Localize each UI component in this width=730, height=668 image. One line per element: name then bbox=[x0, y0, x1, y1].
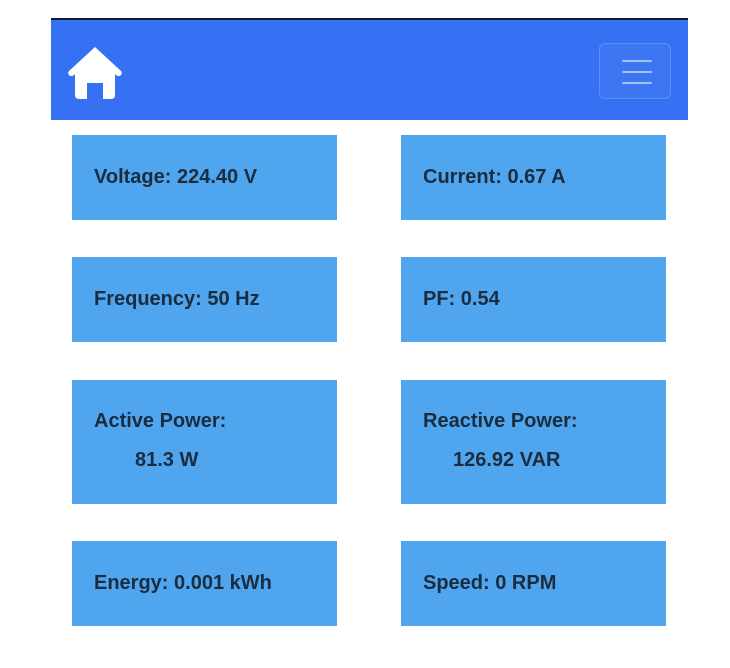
pf-reading: PF: 0.54 bbox=[423, 288, 500, 310]
home-icon[interactable] bbox=[65, 43, 125, 101]
voltage-card: Voltage: 224.40 V bbox=[72, 135, 337, 220]
active-power-value: 81.3 W bbox=[135, 449, 199, 471]
hamburger-bar bbox=[622, 71, 652, 73]
speed-card: Speed: 0 RPM bbox=[401, 541, 666, 626]
navbar bbox=[51, 18, 688, 120]
reactive-power-value: 126.92 VAR bbox=[453, 449, 561, 471]
pf-card: PF: 0.54 bbox=[401, 257, 666, 342]
reactive-power-label: Reactive Power: bbox=[423, 410, 578, 432]
voltage-reading: Voltage: 224.40 V bbox=[94, 166, 258, 188]
frequency-reading: Frequency: 50 Hz bbox=[94, 288, 260, 310]
speed-reading: Speed: 0 RPM bbox=[423, 572, 557, 594]
reactive-power-card: Reactive Power: 126.92 VAR bbox=[401, 380, 666, 504]
frequency-card: Frequency: 50 Hz bbox=[72, 257, 337, 342]
current-reading: Current: 0.67 A bbox=[423, 166, 566, 188]
energy-reading: Energy: 0.001 kWh bbox=[94, 572, 272, 594]
active-power-label: Active Power: bbox=[94, 410, 227, 432]
hamburger-bar bbox=[622, 82, 652, 84]
app-container: Voltage: 224.40 V Current: 0.67 A Freque… bbox=[51, 18, 688, 658]
hamburger-menu-button[interactable] bbox=[599, 43, 671, 99]
energy-card: Energy: 0.001 kWh bbox=[72, 541, 337, 626]
hamburger-menu-icon bbox=[622, 60, 652, 62]
current-card: Current: 0.67 A bbox=[401, 135, 666, 220]
active-power-card: Active Power: 81.3 W bbox=[72, 380, 337, 504]
